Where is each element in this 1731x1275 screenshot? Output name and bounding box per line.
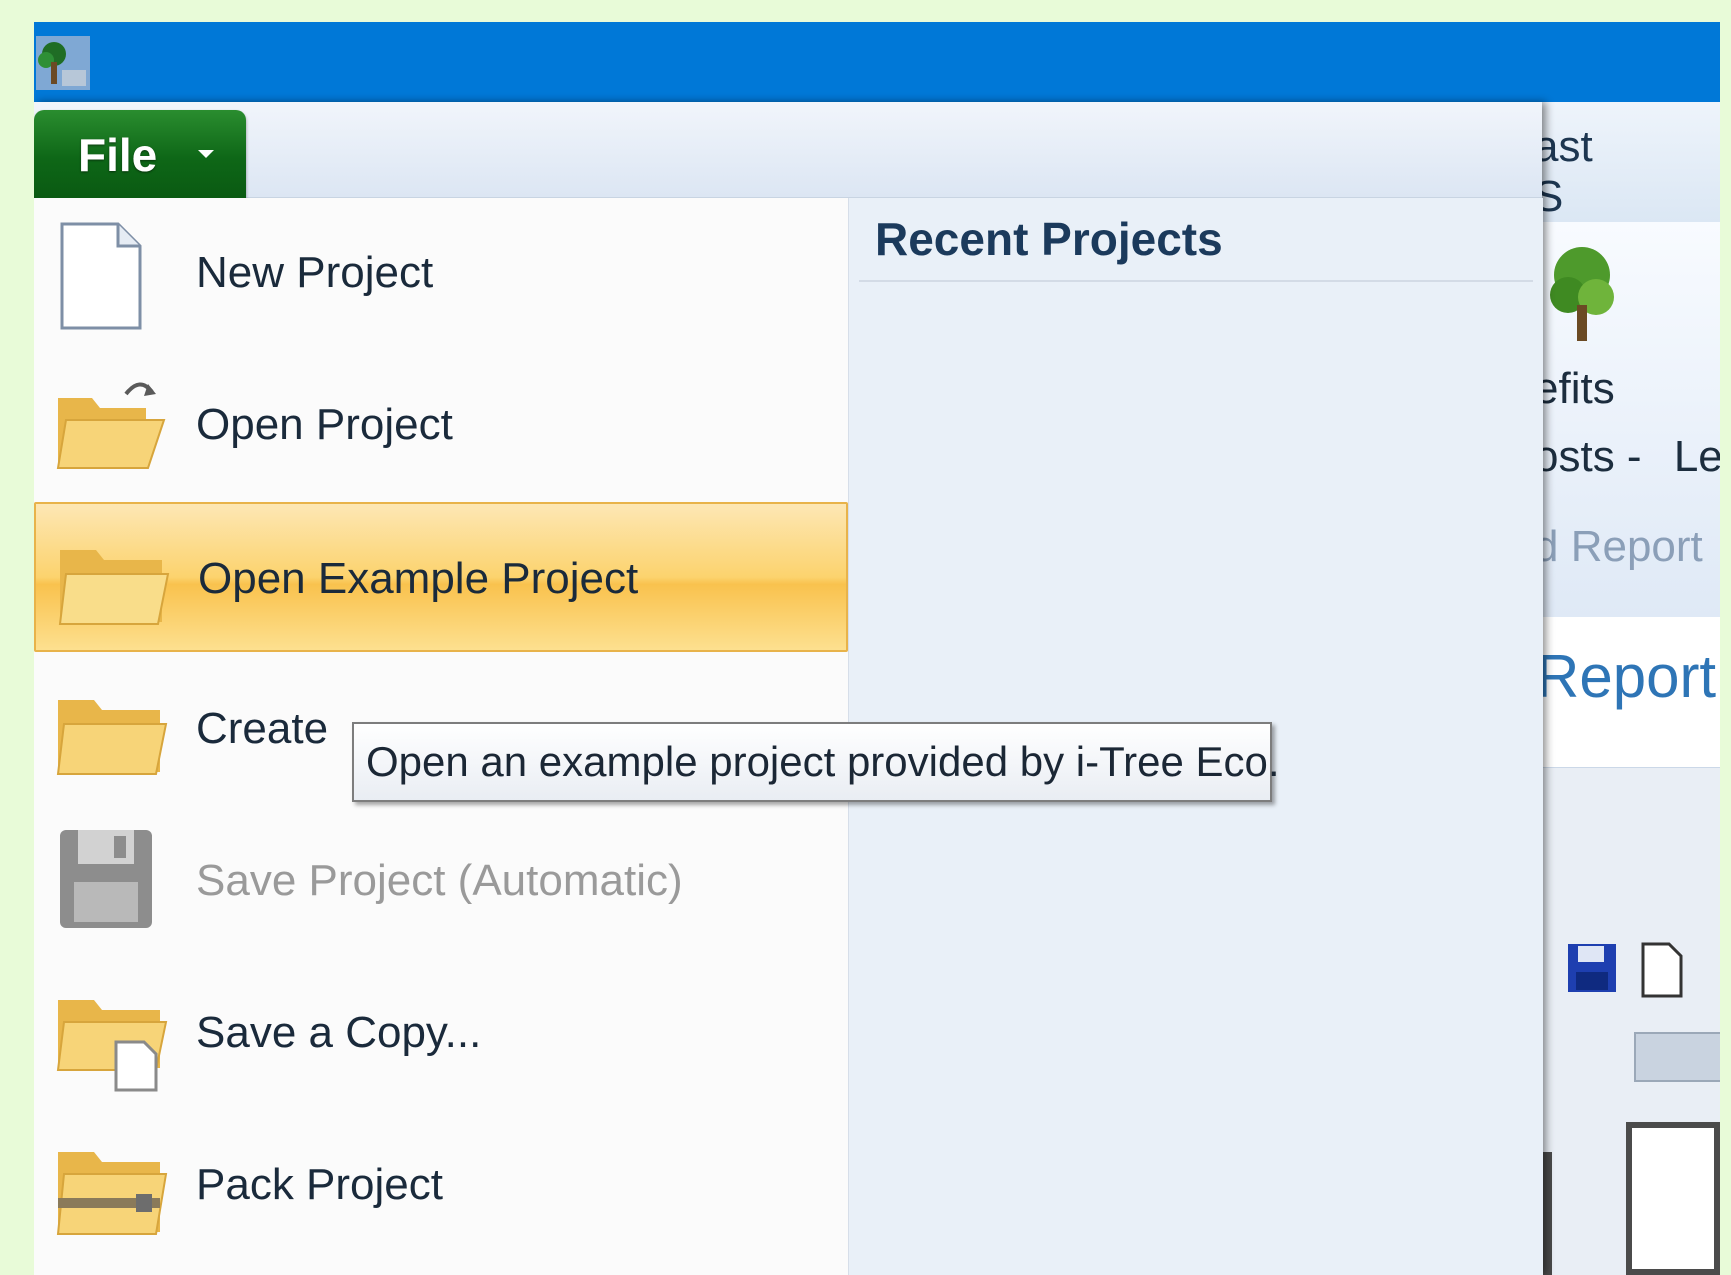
report-navigation-bar[interactable]: [1634, 1032, 1720, 1082]
menu-item-open-project[interactable]: Open Project: [34, 350, 848, 500]
open-folder-icon: [56, 382, 166, 469]
folder-copy-icon: [56, 1000, 168, 1092]
ribbon-costs-label[interactable]: osts - Le: [1534, 432, 1720, 482]
recent-projects-title: Recent Projects: [875, 213, 1223, 265]
save-icon[interactable]: [1566, 942, 1618, 994]
tooltip: Open an example project provided by i-Tr…: [352, 722, 1280, 802]
floppy-disk-icon: [60, 830, 152, 928]
tree-app-icon[interactable]: [36, 36, 90, 90]
menu-item-label: Save Project (Automatic): [196, 856, 683, 905]
blank-document-icon: [60, 222, 142, 330]
ribbon-tabs: ast S: [1534, 122, 1720, 222]
menu-item-label: Open Example Project: [198, 554, 639, 603]
menu-item-label: Pack Project: [196, 1160, 443, 1209]
menu-item-label: Open Project: [196, 400, 453, 449]
file-menu: File New Project Open Project Open Examp…: [34, 102, 1543, 1275]
menu-item-pack-project[interactable]: Pack Project: [34, 1110, 848, 1260]
menu-item-label: Save a Copy...: [196, 1008, 482, 1057]
report-title: Report: [1536, 643, 1717, 710]
menu-item-label: Create: [196, 704, 329, 753]
menu-item-save-project: Save Project (Automatic): [34, 806, 848, 956]
menu-item-label: New Project: [196, 248, 434, 297]
divider: [859, 280, 1533, 282]
file-menu-button[interactable]: File: [34, 110, 246, 198]
app-window: ast S efits osts - Le d Report Report Fi…: [34, 22, 1720, 1275]
report-page-preview: [1626, 1122, 1720, 1275]
chevron-down-icon: [198, 150, 214, 158]
ribbon-benefits-label[interactable]: efits: [1534, 364, 1615, 414]
ribbon-group-label: d Report: [1534, 522, 1703, 571]
tree-benefits-icon: [1550, 247, 1614, 341]
menu-item-open-example-project[interactable]: Open Example Project: [34, 502, 848, 652]
tooltip-text: Open an example project provided by i-Tr…: [366, 738, 1280, 785]
menu-item-save-a-copy[interactable]: Save a Copy...: [34, 958, 848, 1108]
menu-header: File: [34, 102, 1542, 198]
pack-folder-icon: [56, 1152, 168, 1235]
folder-icon: [56, 700, 168, 775]
ribbon-tab-forecast[interactable]: ast: [1534, 122, 1593, 171]
folder-icon: [58, 550, 170, 625]
ribbon-costs-text: osts -: [1534, 432, 1642, 481]
document-icon[interactable]: [1639, 942, 1685, 998]
ribbon-costs-extra: Le: [1673, 432, 1720, 481]
file-button-label: File: [78, 129, 158, 181]
menu-item-new-project[interactable]: New Project: [34, 198, 848, 348]
title-bar: [34, 22, 1720, 102]
